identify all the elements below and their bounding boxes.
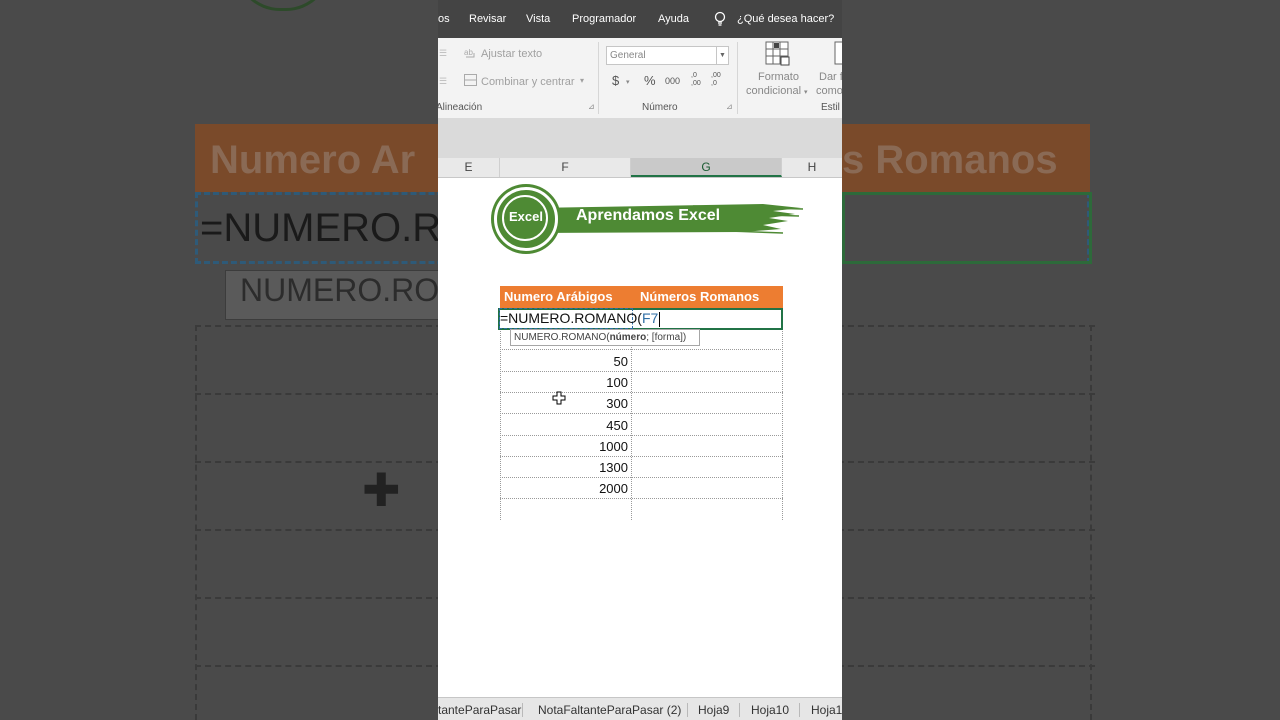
column-header-f[interactable]: F <box>500 158 631 177</box>
cell-arabic-value[interactable]: 100 <box>606 375 628 390</box>
table-row: 100 <box>500 372 783 393</box>
tooltip-rest: ; [forma]) <box>646 332 687 343</box>
column-header-e[interactable]: E <box>438 158 500 177</box>
ribbon-separator <box>737 42 738 114</box>
indent-icon[interactable]: ☰ <box>439 76 447 87</box>
sheet-tab-hoja10[interactable]: Hoja10 <box>751 703 789 717</box>
logo-title: Aprendamos Excel <box>576 207 721 224</box>
formula-text[interactable]: =NUMERO.ROMANO(F7 <box>500 310 661 327</box>
wrap-text-icon: ab <box>464 48 475 58</box>
format-table-label-2[interactable]: como <box>816 85 842 97</box>
tooltip-function: NUMERO.ROMANO( <box>514 332 610 343</box>
ribbon-separator <box>598 42 599 114</box>
sheet-tab-separator <box>687 703 688 717</box>
increase-decimal-button[interactable]: ,0 ,00 <box>691 72 707 88</box>
background-tooltip-text: NUMERO.RO <box>240 272 440 308</box>
currency-button[interactable]: $ <box>612 73 619 88</box>
tab-revisar[interactable]: Revisar <box>469 13 506 25</box>
decrease-decimal-button[interactable]: ,00 ,0 <box>711 72 727 88</box>
tab-ayuda[interactable]: Ayuda <box>658 13 689 25</box>
format-table-label-1[interactable]: Dar f <box>819 71 842 83</box>
merge-center-icon <box>464 74 477 86</box>
sheet-tab-hoja9[interactable]: Hoja9 <box>698 703 729 717</box>
background-logo-fragment <box>235 0 331 11</box>
background-col-line <box>1090 325 1092 720</box>
sheet-tab-1[interactable]: tanteParaPasar <box>438 703 521 717</box>
excel-window: os Revisar Vista Programador Ayuda ¿Qué … <box>438 0 842 720</box>
alignment-dialog-launcher-icon[interactable]: ⊿ <box>588 102 595 111</box>
background-cross-cursor-icon: ✚ <box>362 464 401 516</box>
cell-arabic-value[interactable]: 1000 <box>599 439 628 454</box>
cell-arabic-value[interactable]: 2000 <box>599 481 628 496</box>
styles-group-label: Estil <box>821 102 840 113</box>
background-formula-text: =NUMERO.R <box>200 206 442 250</box>
header-roman[interactable]: Números Romanos <box>640 286 759 308</box>
header-arabic[interactable]: Numero Arábigos <box>504 286 613 308</box>
sheet-tab-separator <box>799 703 800 717</box>
formula-reference: F7 <box>641 310 659 326</box>
conditional-dropdown-icon[interactable]: ▾ <box>804 88 808 96</box>
align-left-icon[interactable]: ☰ <box>439 48 447 59</box>
wrap-text-button[interactable]: Ajustar texto <box>481 48 542 60</box>
function-tooltip[interactable]: NUMERO.ROMANO(número; [forma]) <box>510 329 700 346</box>
cell-arabic-value[interactable]: 50 <box>614 354 628 369</box>
tab-datos[interactable]: os <box>438 13 450 25</box>
merge-center-button[interactable]: Combinar y centrar <box>481 76 575 88</box>
cell-arabic-value[interactable]: 450 <box>606 418 628 433</box>
sheet-tab-separator <box>739 703 740 717</box>
logo-badge: Excel <box>494 187 558 251</box>
table-row: 1300 <box>500 457 783 479</box>
tell-me-search[interactable]: ¿Qué desea hacer? <box>737 13 834 25</box>
cell-select-cursor-icon <box>552 391 566 405</box>
tab-programador[interactable]: Programador <box>572 13 636 25</box>
conditional-format-label-1[interactable]: Formato <box>758 71 799 83</box>
chevron-down-icon: ▼ <box>716 47 728 64</box>
lightbulb-icon <box>714 11 726 26</box>
table-row: 300 <box>500 393 783 415</box>
text-caret <box>659 311 661 327</box>
tooltip-argument[interactable]: número <box>610 332 647 343</box>
column-header-g[interactable]: G <box>631 158 782 177</box>
sheet-tab-separator <box>522 703 523 717</box>
background-active-cell <box>842 192 1092 264</box>
number-group-label: Número <box>642 102 678 113</box>
alignment-group-label: Alineación <box>438 102 483 113</box>
table-header-row: Numero Arábigos Números Romanos <box>500 286 783 308</box>
ribbon-tab-bar: os Revisar Vista Programador Ayuda ¿Qué … <box>438 0 842 38</box>
percent-button[interactable]: % <box>644 73 656 88</box>
table-row: 1000 <box>500 436 783 457</box>
format-as-table-icon <box>834 41 842 65</box>
formula-function: =NUMERO.ROMANO( <box>500 310 642 326</box>
conditional-format-icon <box>765 41 790 66</box>
number-dialog-launcher-icon[interactable]: ⊿ <box>726 102 733 111</box>
formula-area-strip <box>438 118 842 158</box>
table-row: 450 <box>500 415 783 436</box>
ribbon-home: ab Ajustar texto Combinar y centrar ▾ ☰ … <box>438 38 842 119</box>
sheet-tab-bar: tanteParaPasar NotaFaltanteParaPasar (2)… <box>438 697 842 720</box>
sheet-tab-2[interactable]: NotaFaltanteParaPasar (2) <box>538 703 681 717</box>
cell-arabic-value[interactable]: 1300 <box>599 460 628 475</box>
logo-badge-text: Excel <box>509 209 543 224</box>
background-title-left: Numero Ar <box>210 138 416 182</box>
tab-vista[interactable]: Vista <box>526 13 550 25</box>
background-col-line <box>195 325 197 720</box>
number-format-value: General <box>610 50 646 61</box>
background-title-right: s Romanos <box>842 138 1058 182</box>
conditional-format-label-2[interactable]: condicional <box>746 85 801 97</box>
cell-arabic-value[interactable]: 300 <box>606 396 628 411</box>
svg-text:ab: ab <box>464 48 473 57</box>
sheet-tab-hoja1[interactable]: Hoja1 <box>811 703 842 717</box>
number-format-dropdown[interactable]: General ▼ <box>606 46 729 65</box>
column-header-row: E F G H <box>438 158 842 178</box>
column-header-h[interactable]: H <box>782 158 842 177</box>
table-row: 50 <box>500 351 783 372</box>
table-row: 2000 <box>500 478 783 500</box>
thousands-separator-button[interactable]: 000 <box>665 76 680 86</box>
currency-dropdown-icon[interactable]: ▾ <box>626 78 630 86</box>
merge-dropdown-arrow-icon[interactable]: ▾ <box>580 76 584 85</box>
